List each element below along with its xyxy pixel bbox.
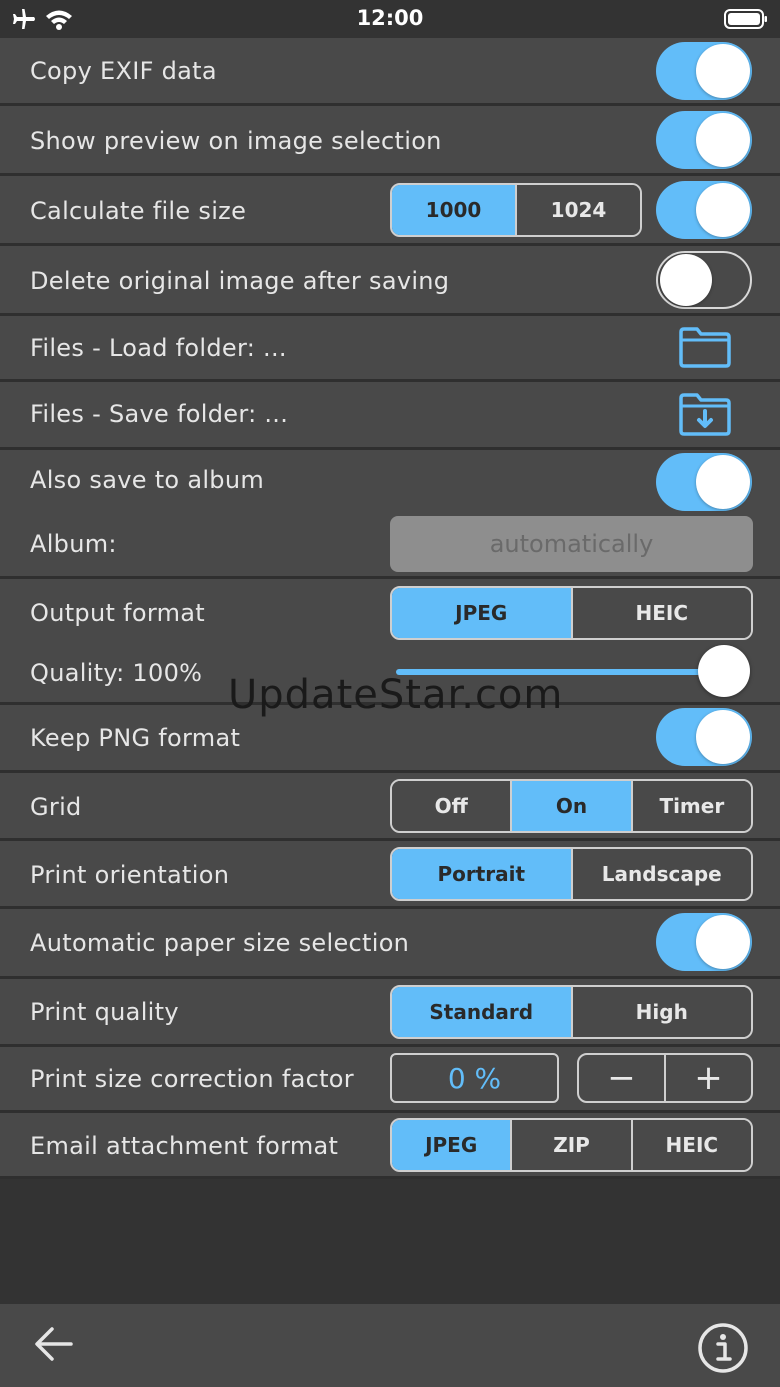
folder-icon[interactable]: [678, 326, 732, 372]
size-correction-label: Print size correction factor: [30, 1065, 354, 1093]
email-format-option-zip[interactable]: ZIP: [510, 1120, 631, 1170]
grid-option-on[interactable]: On: [510, 781, 631, 831]
print-orientation-label: Print orientation: [30, 861, 230, 889]
output-format-option-heic[interactable]: HEIC: [570, 588, 751, 638]
file-size-toggle[interactable]: [656, 181, 752, 239]
email-format-option-jpeg[interactable]: JPEG: [392, 1120, 511, 1170]
grid-option-off[interactable]: Off: [392, 781, 511, 831]
setting-save-folder: Files - Save folder: ...: [0, 382, 780, 450]
print-orientation-option-landscape[interactable]: Landscape: [570, 849, 751, 899]
toggle-knob: [696, 183, 750, 237]
grid-segmented: Off On Timer: [390, 779, 753, 833]
auto-paper-label: Automatic paper size selection: [30, 929, 410, 957]
toggle-knob: [696, 915, 750, 969]
output-format-label: Output format: [30, 599, 205, 627]
output-format-option-jpeg[interactable]: JPEG: [392, 588, 571, 638]
print-orientation-segmented: Portrait Landscape: [390, 847, 753, 901]
setting-copy-exif: Copy EXIF data: [0, 38, 780, 106]
size-correction-value[interactable]: 0 %: [390, 1053, 559, 1103]
print-quality-label: Print quality: [30, 998, 179, 1026]
minus-button[interactable]: −: [579, 1055, 664, 1101]
delete-original-label: Delete original image after saving: [30, 267, 450, 295]
size-correction-stepper: − +: [577, 1053, 753, 1103]
plus-button[interactable]: +: [664, 1055, 751, 1101]
file-size-segmented: 1000 1024: [390, 183, 642, 237]
back-arrow-icon[interactable]: [34, 1326, 74, 1366]
print-quality-segmented: Standard High: [390, 985, 753, 1039]
setting-load-folder: Files - Load folder: ...: [0, 316, 780, 382]
auto-paper-toggle[interactable]: [656, 913, 752, 971]
file-size-label: Calculate file size: [30, 197, 247, 225]
bottom-toolbar: [0, 1304, 780, 1387]
battery-icon: [724, 9, 768, 33]
save-folder-label: Files - Save folder: ...: [30, 400, 289, 428]
setting-auto-paper: Automatic paper size selection: [0, 909, 780, 979]
copy-exif-toggle[interactable]: [656, 42, 752, 100]
setting-album-group: Also save to album Album: automatically: [0, 450, 780, 579]
show-preview-label: Show preview on image selection: [30, 127, 442, 155]
save-album-toggle[interactable]: [656, 453, 752, 511]
status-time: 12:00: [356, 6, 424, 30]
grid-option-timer[interactable]: Timer: [630, 781, 751, 831]
print-quality-option-standard[interactable]: Standard: [392, 987, 571, 1037]
email-format-label: Email attachment format: [30, 1132, 339, 1160]
setting-show-preview: Show preview on image selection: [0, 106, 780, 176]
print-orientation-option-portrait[interactable]: Portrait: [392, 849, 571, 899]
setting-print-quality: Print quality Standard High: [0, 979, 780, 1047]
toggle-knob: [696, 44, 750, 98]
show-preview-toggle[interactable]: [656, 111, 752, 169]
grid-label: Grid: [30, 793, 82, 821]
file-size-option-1000[interactable]: 1000: [392, 185, 515, 235]
quality-label: Quality: 100%: [30, 659, 203, 687]
album-label: Album:: [30, 530, 117, 558]
setting-print-orientation: Print orientation Portrait Landscape: [0, 841, 780, 909]
folder-download-icon[interactable]: [678, 392, 732, 440]
setting-delete-original: Delete original image after saving: [0, 246, 780, 316]
info-icon[interactable]: [697, 1322, 749, 1378]
toggle-knob: [696, 710, 750, 764]
file-size-option-1024[interactable]: 1024: [515, 185, 640, 235]
email-format-option-heic[interactable]: HEIC: [630, 1120, 751, 1170]
quality-slider-knob[interactable]: [698, 645, 750, 697]
setting-grid: Grid Off On Timer: [0, 773, 780, 841]
email-format-segmented: JPEG ZIP HEIC: [390, 1118, 753, 1172]
copy-exif-label: Copy EXIF data: [30, 57, 217, 85]
output-format-segmented: JPEG HEIC: [390, 586, 753, 640]
toggle-knob: [660, 254, 712, 306]
status-bar: 12:00: [0, 0, 780, 38]
toggle-knob: [696, 113, 750, 167]
setting-email-format: Email attachment format JPEG ZIP HEIC: [0, 1113, 780, 1179]
save-album-label: Also save to album: [30, 466, 265, 494]
setting-size-correction: Print size correction factor 0 % − +: [0, 1047, 780, 1113]
delete-original-toggle[interactable]: [656, 251, 752, 309]
keep-png-label: Keep PNG format: [30, 724, 241, 752]
toggle-knob: [696, 455, 750, 509]
watermark: UpdateStar.com: [228, 672, 564, 718]
keep-png-toggle[interactable]: [656, 708, 752, 766]
load-folder-label: Files - Load folder: ...: [30, 334, 287, 362]
album-field[interactable]: automatically: [390, 516, 753, 572]
setting-file-size: Calculate file size 1000 1024: [0, 176, 780, 246]
print-quality-option-high[interactable]: High: [570, 987, 751, 1037]
